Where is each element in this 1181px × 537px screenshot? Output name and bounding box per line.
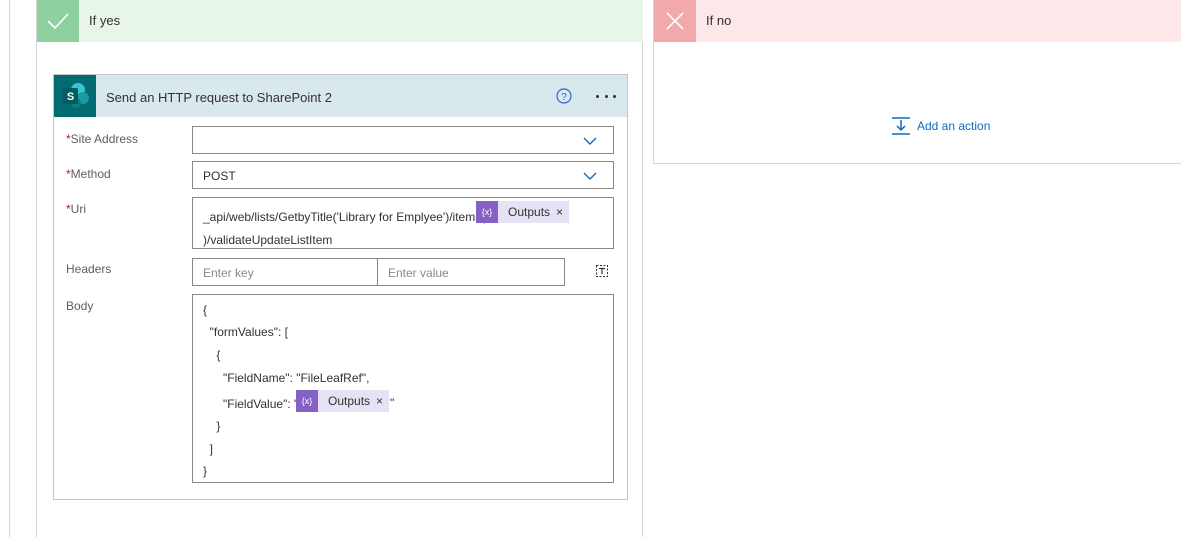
if-yes-branch: If yes S Send an HTTP request to SharePo… — [36, 0, 643, 537]
if-no-title: If no — [706, 13, 732, 28]
body-line: } — [203, 464, 208, 478]
outer-left-border — [9, 0, 10, 537]
more-options-icon[interactable] — [594, 87, 618, 105]
action-title[interactable]: Send an HTTP request to SharePoint 2 — [106, 90, 332, 105]
if-yes-header[interactable]: If yes — [37, 0, 643, 42]
body-line: ] — [203, 442, 214, 456]
body-line: } — [203, 419, 221, 433]
add-an-action-button[interactable]: Add an action — [891, 116, 990, 136]
uri-label-text: Uri — [70, 202, 86, 216]
expression-icon: {x} — [296, 390, 318, 412]
body-line: { — [203, 303, 208, 317]
header-key-input[interactable]: Enter key — [192, 258, 378, 286]
add-an-action-label: Add an action — [917, 119, 991, 133]
remove-token-icon[interactable]: × — [376, 390, 389, 412]
if-no-branch: If no Add an action — [653, 0, 1181, 164]
sharepoint-logo-icon: S — [54, 75, 96, 117]
header-key-placeholder: Enter key — [203, 266, 254, 280]
chevron-down-icon[interactable] — [583, 136, 597, 146]
method-dropdown[interactable]: POST — [192, 161, 614, 189]
site-address-label: *Site Address — [66, 132, 138, 146]
method-label: *Method — [66, 167, 111, 181]
body-line: "FieldName": "FileLeafRef", — [203, 371, 370, 385]
chevron-down-icon[interactable] — [583, 171, 597, 181]
body-line: { — [203, 348, 221, 362]
expression-icon: {x} — [476, 201, 498, 223]
method-value: POST — [203, 169, 236, 183]
header-value-placeholder: Enter value — [388, 266, 449, 280]
headers-label: Headers — [66, 262, 112, 276]
action-card-header[interactable]: S Send an HTTP request to SharePoint 2 ? — [54, 75, 627, 117]
outputs-token-label: Outputs — [328, 394, 371, 408]
body-line: "formValues": [ — [203, 325, 288, 339]
uri-label: *Uri — [66, 202, 86, 216]
if-yes-title: If yes — [89, 13, 121, 28]
outputs-token[interactable]: {x} Outputs × — [476, 201, 570, 223]
header-value-input[interactable]: Enter value — [377, 258, 565, 286]
uri-input[interactable]: _api/web/lists/GetbyTitle('Library for E… — [192, 197, 614, 249]
site-address-label-text: Site Address — [70, 132, 139, 146]
remove-token-icon[interactable]: × — [556, 201, 569, 223]
body-line: " — [390, 396, 395, 410]
svg-text:?: ? — [561, 92, 567, 103]
site-address-dropdown[interactable] — [192, 126, 614, 154]
help-icon[interactable]: ? — [556, 88, 572, 104]
switch-to-text-mode-icon[interactable] — [594, 262, 610, 278]
close-icon — [654, 0, 696, 42]
method-label-text: Method — [70, 167, 111, 181]
check-icon — [37, 0, 79, 42]
uri-text-line1: _api/web/lists/GetbyTitle('Library for E… — [203, 210, 486, 224]
outputs-token[interactable]: {x} Outputs × — [296, 390, 390, 412]
sharepoint-logo-letter: S — [67, 91, 74, 103]
uri-text-line2: )/validateUpdateListItem — [203, 233, 333, 247]
insert-action-icon — [892, 117, 910, 135]
body-input[interactable]: { "formValues": [ { "FieldName": "FileLe… — [192, 294, 614, 483]
http-request-action-card: S Send an HTTP request to SharePoint 2 ?… — [53, 74, 628, 500]
if-no-header[interactable]: If no — [654, 0, 1181, 42]
body-label: Body — [66, 299, 94, 313]
body-line: "FieldValue": " — [203, 397, 299, 411]
outputs-token-label: Outputs — [508, 205, 551, 219]
